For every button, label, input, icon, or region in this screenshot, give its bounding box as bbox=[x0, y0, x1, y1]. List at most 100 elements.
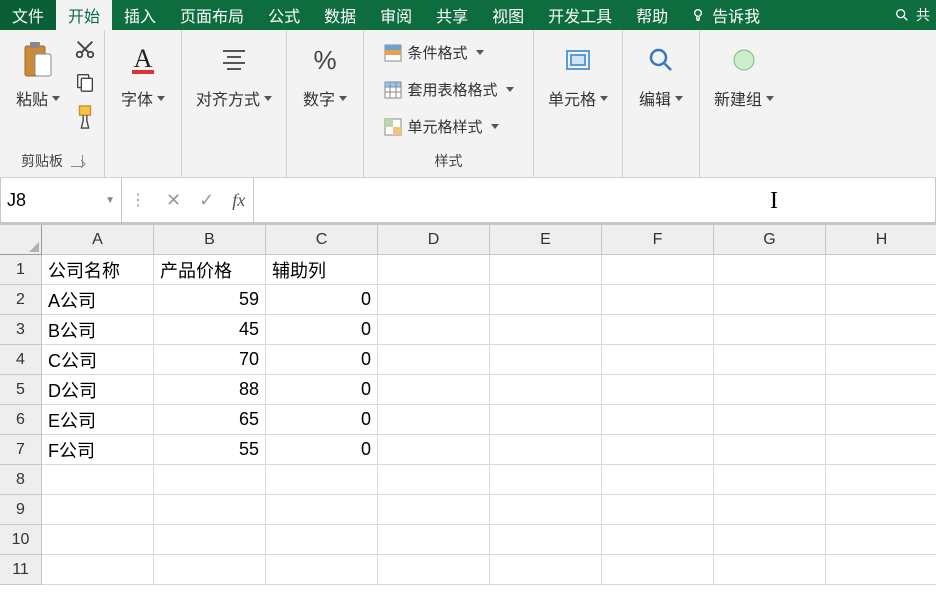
cell[interactable] bbox=[714, 555, 826, 585]
cell[interactable] bbox=[490, 345, 602, 375]
tab-share[interactable]: 共享 bbox=[424, 0, 480, 30]
cell[interactable] bbox=[490, 315, 602, 345]
editing-button[interactable]: 编辑 bbox=[631, 34, 691, 114]
format-as-table-button[interactable]: 套用表格格式 bbox=[380, 77, 518, 102]
cell[interactable] bbox=[826, 255, 936, 285]
cell[interactable] bbox=[490, 525, 602, 555]
row-header[interactable]: 5 bbox=[0, 375, 42, 405]
cell[interactable] bbox=[378, 375, 490, 405]
cell[interactable] bbox=[714, 495, 826, 525]
spreadsheet-grid[interactable]: ABCDEFGH1公司名称产品价格辅助列2A公司5903B公司4504C公司70… bbox=[0, 224, 936, 585]
tell-me-search[interactable]: 告诉我 bbox=[680, 0, 770, 30]
cell[interactable] bbox=[602, 495, 714, 525]
cell[interactable] bbox=[714, 375, 826, 405]
cell[interactable]: 公司名称 bbox=[42, 255, 154, 285]
cell[interactable] bbox=[378, 465, 490, 495]
cell[interactable] bbox=[714, 435, 826, 465]
cell[interactable] bbox=[490, 555, 602, 585]
cell[interactable] bbox=[826, 525, 936, 555]
cell[interactable] bbox=[714, 285, 826, 315]
cell[interactable] bbox=[602, 465, 714, 495]
tab-file[interactable]: 文件 bbox=[0, 0, 56, 30]
cell[interactable] bbox=[490, 375, 602, 405]
cell[interactable] bbox=[42, 555, 154, 585]
paste-button[interactable]: 粘贴 bbox=[8, 34, 68, 114]
cell[interactable] bbox=[378, 285, 490, 315]
cell[interactable] bbox=[602, 435, 714, 465]
cell[interactable]: 88 bbox=[154, 375, 266, 405]
cell[interactable] bbox=[490, 495, 602, 525]
cell[interactable] bbox=[826, 435, 936, 465]
cell[interactable]: 45 bbox=[154, 315, 266, 345]
name-box-dropdown-icon[interactable]: ▼ bbox=[105, 195, 115, 206]
conditional-formatting-button[interactable]: 条件格式 bbox=[380, 40, 518, 65]
insert-function-button[interactable]: fx bbox=[232, 190, 245, 211]
cell[interactable] bbox=[602, 405, 714, 435]
cell[interactable] bbox=[602, 555, 714, 585]
cells-button[interactable]: 单元格 bbox=[542, 34, 614, 114]
cell[interactable] bbox=[154, 555, 266, 585]
cell[interactable] bbox=[266, 555, 378, 585]
cell[interactable] bbox=[602, 285, 714, 315]
cell[interactable] bbox=[602, 255, 714, 285]
row-header[interactable]: 6 bbox=[0, 405, 42, 435]
row-header[interactable]: 8 bbox=[0, 465, 42, 495]
cell[interactable] bbox=[714, 255, 826, 285]
cell[interactable]: 0 bbox=[266, 345, 378, 375]
cell[interactable] bbox=[378, 255, 490, 285]
column-header[interactable]: F bbox=[602, 225, 714, 255]
column-header[interactable]: C bbox=[266, 225, 378, 255]
tab-page-layout[interactable]: 页面布局 bbox=[168, 0, 256, 30]
row-header[interactable]: 4 bbox=[0, 345, 42, 375]
clipboard-dialog-launcher[interactable] bbox=[71, 155, 83, 167]
column-header[interactable]: G bbox=[714, 225, 826, 255]
cell[interactable] bbox=[714, 405, 826, 435]
cancel-icon[interactable]: ✕ bbox=[166, 190, 181, 211]
row-header[interactable]: 7 bbox=[0, 435, 42, 465]
enter-icon[interactable]: ✓ bbox=[199, 190, 214, 211]
cell[interactable]: 0 bbox=[266, 315, 378, 345]
cell[interactable] bbox=[826, 405, 936, 435]
tab-view[interactable]: 视图 bbox=[480, 0, 536, 30]
cell[interactable] bbox=[826, 345, 936, 375]
cell[interactable]: 0 bbox=[266, 405, 378, 435]
cell[interactable] bbox=[602, 375, 714, 405]
cell[interactable]: F公司 bbox=[42, 435, 154, 465]
cell[interactable] bbox=[378, 495, 490, 525]
cell[interactable] bbox=[266, 495, 378, 525]
cell[interactable]: B公司 bbox=[42, 315, 154, 345]
cell[interactable] bbox=[714, 465, 826, 495]
cell[interactable] bbox=[826, 285, 936, 315]
number-button[interactable]: % 数字 bbox=[295, 34, 355, 114]
cell[interactable] bbox=[490, 285, 602, 315]
cell[interactable]: A公司 bbox=[42, 285, 154, 315]
alignment-button[interactable]: 对齐方式 bbox=[190, 34, 278, 114]
cell[interactable]: 0 bbox=[266, 285, 378, 315]
cell[interactable] bbox=[714, 525, 826, 555]
cell[interactable]: C公司 bbox=[42, 345, 154, 375]
cell[interactable] bbox=[154, 495, 266, 525]
cell[interactable] bbox=[826, 555, 936, 585]
cell-styles-button[interactable]: 单元格样式 bbox=[380, 114, 518, 139]
cell[interactable]: 55 bbox=[154, 435, 266, 465]
cell[interactable] bbox=[602, 315, 714, 345]
row-header[interactable]: 3 bbox=[0, 315, 42, 345]
cell[interactable] bbox=[42, 465, 154, 495]
cell[interactable]: 0 bbox=[266, 435, 378, 465]
cell[interactable] bbox=[490, 255, 602, 285]
tab-developer[interactable]: 开发工具 bbox=[536, 0, 624, 30]
cell[interactable]: E公司 bbox=[42, 405, 154, 435]
cell[interactable]: 辅助列 bbox=[266, 255, 378, 285]
cell[interactable] bbox=[378, 315, 490, 345]
copy-icon[interactable] bbox=[74, 71, 96, 98]
cell[interactable] bbox=[490, 405, 602, 435]
select-all-corner[interactable] bbox=[0, 225, 42, 255]
cell[interactable] bbox=[378, 525, 490, 555]
cell[interactable] bbox=[714, 345, 826, 375]
search-icon[interactable] bbox=[894, 7, 910, 23]
cell[interactable] bbox=[154, 525, 266, 555]
cell[interactable] bbox=[826, 495, 936, 525]
cell[interactable] bbox=[826, 315, 936, 345]
format-painter-icon[interactable] bbox=[74, 104, 96, 135]
cell[interactable] bbox=[602, 525, 714, 555]
